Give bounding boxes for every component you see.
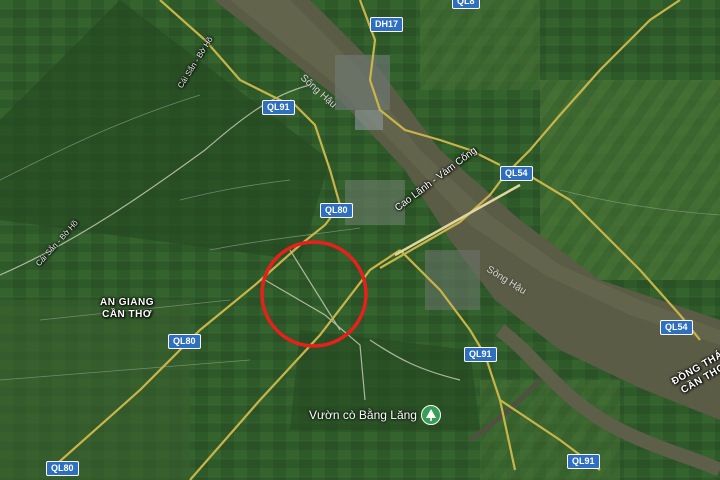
park-icon[interactable]: [420, 405, 441, 425]
route-shield-ql54: QL54: [500, 166, 533, 181]
route-shield-ql80-left: QL80: [168, 334, 201, 349]
tree-icon: [425, 409, 436, 421]
route-shield-ql91-bottom: QL91: [567, 454, 600, 469]
poi-name: Vườn cò Bằng Lăng: [309, 408, 417, 422]
map-canvas[interactable]: DH17 QL91 QL80 QL54 QL54 QL80 QL91 QL80 …: [0, 0, 720, 480]
route-shield-dh17: DH17: [370, 17, 404, 32]
poi-vuon-co-bang-lang[interactable]: Vườn cò Bằng Lăng: [309, 405, 441, 425]
province-label-left: AN GIANG CẦN THƠ: [100, 297, 154, 321]
route-shield-ql54-right: QL54: [660, 320, 693, 335]
route-shield-partial: QL8: [452, 0, 480, 9]
province-can-tho-left: CẦN THƠ: [102, 309, 152, 320]
province-an-giang: AN GIANG: [100, 297, 154, 308]
route-shield-ql80-bottom: QL80: [46, 461, 79, 476]
route-shield-ql91-mid: QL91: [464, 347, 497, 362]
route-shield-ql91: QL91: [262, 100, 295, 115]
route-shield-ql80: QL80: [320, 203, 353, 218]
